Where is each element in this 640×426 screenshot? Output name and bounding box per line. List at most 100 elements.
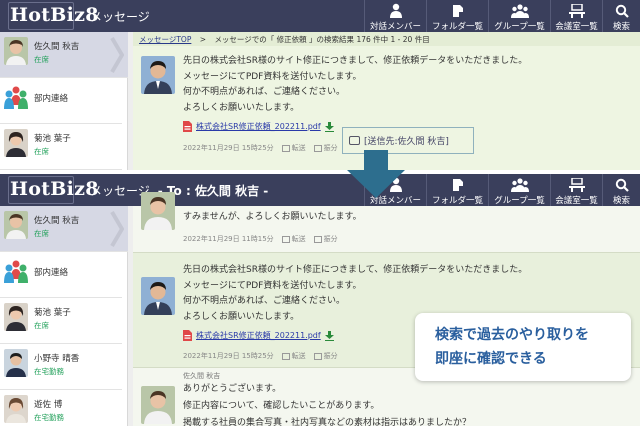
message-meta: 2022年11月29日 15時25分 転送 振分 <box>183 351 338 361</box>
attachment-link[interactable]: 株式会社SR修正依頼_202211.pdf <box>183 121 334 132</box>
contact-item[interactable]: 部内連絡 <box>0 78 122 124</box>
message-line: メッセージにてPDF資料を送付いたします。 <box>183 280 362 291</box>
message-body: ありがとうございます。 修正内容について、確認したいことがあります。 掲載する社… <box>183 381 471 426</box>
avatar <box>4 129 28 157</box>
avatar <box>141 56 175 94</box>
contact-item[interactable]: 菊池 葉子 在席 <box>0 298 122 344</box>
nav-label: 検索 <box>612 196 630 206</box>
forward-icon <box>281 144 290 152</box>
forward-icon <box>281 235 290 243</box>
contact-sidebar: 佐久間 秋吉 在席 部内連絡 菊池 葉子 在席 小野寺 晴香 在宅勤務 遊佐 博… <box>0 206 128 426</box>
nav-search-button[interactable]: 検索 <box>602 0 640 32</box>
forward-button[interactable]: 転送 <box>281 234 306 244</box>
search-results-screen: HotBiz8 メッセージ 対話メンバー フォルダ一覧 グループ一覧 会議室一覧… <box>0 0 640 170</box>
forward-label: 転送 <box>291 144 306 152</box>
contact-item[interactable]: 遊佐 博 在宅勤務 <box>0 390 122 426</box>
message-body: 先日の株式会社SR様のサイト修正につきまして、修正依頼データをいただきました。 … <box>183 54 527 116</box>
nav-members-button[interactable]: 対話メンバー <box>364 0 426 32</box>
forward-label: 転送 <box>291 352 306 360</box>
avatar <box>141 192 175 230</box>
attachment-link[interactable]: 株式会社SR修正依頼_202211.pdf <box>183 330 334 341</box>
message-line: よろしくお願いいたします。 <box>183 102 300 113</box>
download-icon[interactable] <box>324 330 334 341</box>
transition-arrow-icon <box>347 150 405 198</box>
contact-item[interactable]: 佐久間 秋吉 在席 <box>0 32 128 78</box>
contact-item[interactable]: 部内連絡 <box>0 252 122 298</box>
nav-rooms-button[interactable]: 会議室一覧 <box>550 0 602 32</box>
contact-sidebar: 佐久間 秋吉 在席 部内連絡 菊池 葉子 在席 <box>0 32 128 170</box>
timestamp: 2022年11月29日 15時25分 <box>183 144 274 152</box>
search-icon <box>615 2 629 18</box>
tag-icon <box>313 352 322 360</box>
message-meta: 2022年11月29日 15時25分 転送 振分 <box>183 143 338 153</box>
pdf-icon <box>183 121 192 132</box>
group-avatar-icon <box>4 83 28 111</box>
contact-status: 在席 <box>34 55 49 64</box>
avatar <box>4 211 28 239</box>
module-title: メッセージ <box>90 10 150 24</box>
meeting-room-icon <box>568 176 585 192</box>
forward-label: 転送 <box>291 235 306 243</box>
header-nav: 対話メンバー フォルダ一覧 グループ一覧 会議室一覧 検索 <box>364 0 640 32</box>
nav-search-button[interactable]: 検索 <box>602 174 640 206</box>
nav-label: 対話メンバー <box>369 22 421 32</box>
message-line: 何か不明点があれば、ご連絡ください。 <box>183 87 346 97</box>
nav-rooms-button[interactable]: 会議室一覧 <box>550 174 602 206</box>
breadcrumb-root-link[interactable]: メッセージTOP <box>139 35 191 44</box>
timestamp: 2022年11月29日 11時15分 <box>183 235 274 243</box>
avatar <box>4 349 28 377</box>
search-icon <box>615 176 629 192</box>
nav-label: フォルダ一覧 <box>431 22 483 32</box>
message-line: メッセージにてPDF資料を送付いたします。 <box>183 71 362 82</box>
message-meta: 2022年11月29日 11時15分 転送 振分 <box>183 234 338 244</box>
nav-label: フォルダ一覧 <box>431 196 483 206</box>
avatar <box>4 37 28 65</box>
contact-status: 在席 <box>34 229 49 238</box>
avatar <box>4 395 28 423</box>
tag-button[interactable]: 振分 <box>313 234 338 244</box>
previous-message[interactable]: すみませんが、よろしくお願いいたします。 2022年11月29日 11時15分 … <box>133 192 640 252</box>
message-line: すみませんが、よろしくお願いいたします。 <box>183 212 362 222</box>
nav-folders-button[interactable]: フォルダ一覧 <box>426 174 488 206</box>
avatar <box>141 386 175 424</box>
contact-status: 在宅勤務 <box>34 413 64 422</box>
app-logo: HotBiz8 <box>10 4 99 26</box>
attachment-filename[interactable]: 株式会社SR修正依頼_202211.pdf <box>196 121 321 132</box>
nav-folders-button[interactable]: フォルダ一覧 <box>426 0 488 32</box>
speech-bubble-icon <box>349 136 360 145</box>
contact-item[interactable]: 小野寺 晴香 在宅勤務 <box>0 344 122 390</box>
sender-name: 佐久間 秋吉 <box>183 372 221 380</box>
forward-button[interactable]: 転送 <box>281 143 306 153</box>
tag-label: 振分 <box>323 235 338 243</box>
attachment-filename[interactable]: 株式会社SR修正依頼_202211.pdf <box>196 330 321 341</box>
message-line: 先日の株式会社SR様のサイト修正につきまして、修正依頼データをいただきました。 <box>183 265 528 275</box>
contact-name: 佐久間 秋吉 <box>34 216 80 226</box>
contact-name: 部内連絡 <box>34 268 69 278</box>
tag-icon <box>313 144 322 152</box>
tag-button[interactable]: 振分 <box>313 351 338 361</box>
message-line: 何か不明点があれば、ご連絡ください。 <box>183 296 346 306</box>
app-header: HotBiz8 メッセージ 対話メンバー フォルダ一覧 グループ一覧 会議室一覧… <box>0 0 640 32</box>
contact-name: 小野寺 晴香 <box>34 354 80 364</box>
message-body: すみませんが、よろしくお願いいたします。 <box>183 210 362 226</box>
contact-item[interactable]: 菊池 葉子 在席 <box>0 124 122 170</box>
timestamp: 2022年11月29日 15時25分 <box>183 352 274 360</box>
nav-label: グループ一覧 <box>494 196 545 206</box>
contact-item[interactable]: 佐久間 秋吉 在席 <box>0 206 128 252</box>
download-icon[interactable] <box>324 121 334 132</box>
nav-label: グループ一覧 <box>494 22 545 32</box>
feature-callout: 検索で過去のやり取りを 即座に確認できる <box>415 313 631 381</box>
callout-line: 検索で過去のやり取りを <box>435 327 589 343</box>
nav-label: 会議室一覧 <box>555 22 598 32</box>
avatar <box>4 303 28 331</box>
conversation-screen: HotBiz8 メッセージ - To : 佐久間 秋吉 - 対話メンバー フォルダ… <box>0 174 640 426</box>
forward-button[interactable]: 転送 <box>281 351 306 361</box>
nav-label: 検索 <box>612 22 630 32</box>
app-logo: HotBiz8 <box>10 178 99 200</box>
nav-groups-button[interactable]: グループ一覧 <box>488 0 550 32</box>
tag-button[interactable]: 振分 <box>313 143 338 153</box>
nav-label: 会議室一覧 <box>555 196 598 206</box>
header-nav: 対話メンバー フォルダ一覧 グループ一覧 会議室一覧 検索 <box>364 174 640 206</box>
contact-status: 在席 <box>34 321 49 330</box>
nav-groups-button[interactable]: グループ一覧 <box>488 174 550 206</box>
